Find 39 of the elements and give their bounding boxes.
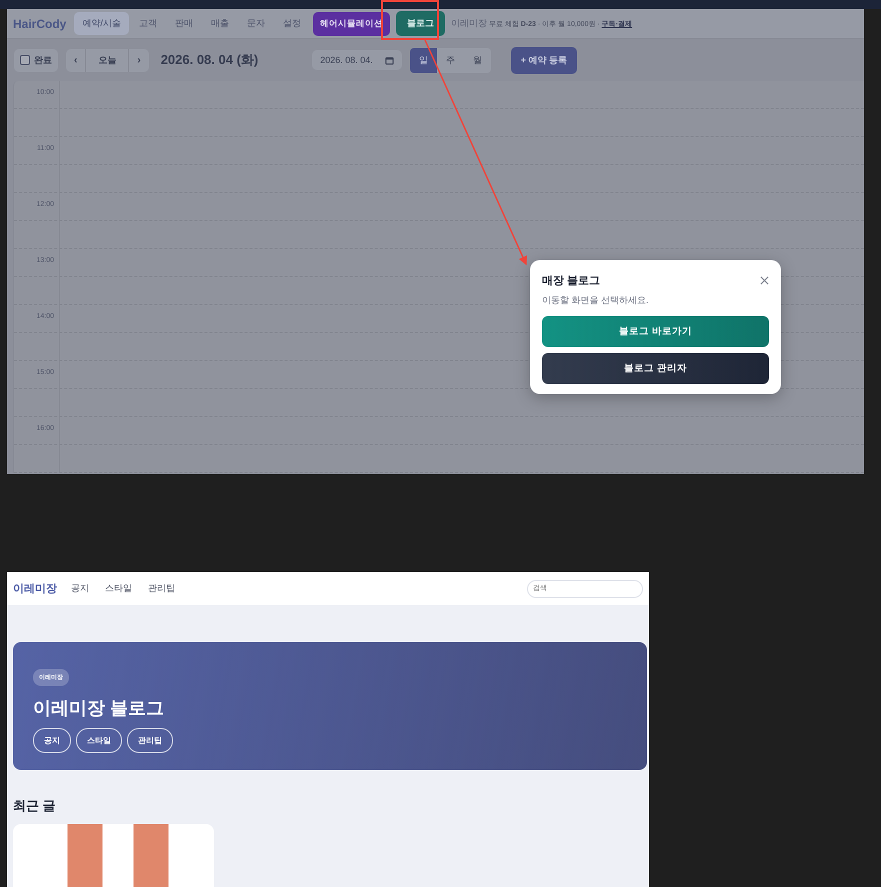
dialog-message: 이동할 화면을 선택하세요. [542, 294, 650, 307]
view-tab[interactable]: 주 [436, 48, 464, 72]
nav-tab[interactable]: 매출 [202, 12, 237, 35]
shop-name: 이레미장 [450, 17, 487, 30]
post-card[interactable] [13, 824, 214, 887]
category-chip[interactable]: 관리팁 [127, 728, 173, 753]
add-booking-button[interactable]: + 예약 등록 [510, 46, 578, 74]
view-tab[interactable]: 일 [410, 48, 437, 72]
prev-button[interactable]: ‹ [66, 48, 86, 72]
nav-tab[interactable]: 설정 [274, 12, 309, 35]
today-button[interactable]: 오늘 [85, 48, 130, 72]
visit-blog-button[interactable]: 블로그 바로가기 [542, 316, 769, 347]
app-logo: HairCody [13, 16, 66, 30]
blog-nav-link[interactable]: 공지 [71, 582, 89, 595]
blog-nav-link[interactable]: 스타일 [105, 582, 132, 595]
calendar-icon [384, 56, 394, 64]
blog-admin-button[interactable]: 블로그 관리자 [542, 353, 769, 384]
dialog-title: 매장 블로그 [542, 274, 600, 288]
category-chip[interactable]: 공지 [33, 728, 71, 753]
checkbox[interactable] [20, 55, 30, 65]
blog-button[interactable]: 블로그 [396, 11, 445, 36]
view-tab[interactable]: 월 [464, 48, 491, 72]
next-button[interactable]: › [129, 48, 149, 72]
nav-tab[interactable]: 예약/시술 [74, 12, 129, 35]
date-field[interactable]: 2026. 08. 04. [312, 50, 402, 70]
blog-nav-link[interactable]: 관리팁 [148, 582, 175, 595]
checkbox-label: 완료 [34, 54, 52, 66]
simulation-button[interactable]: 헤어시뮬레이션 [312, 12, 390, 36]
nav-tab[interactable]: 고객 [130, 12, 165, 35]
date-title: 2026. 08. 04 (화) [160, 51, 258, 69]
section-title: 최근 글 [13, 797, 57, 815]
highlight-frame [381, 0, 439, 40]
done-filter[interactable]: 완료 [14, 48, 58, 72]
hero-title: 이레미장 블로그 [33, 697, 166, 720]
blog-logo[interactable]: 이레미장 [13, 581, 57, 596]
close-icon[interactable] [760, 276, 769, 285]
category-chip[interactable]: 스타일 [76, 728, 122, 753]
nav-tab[interactable]: 문자 [238, 12, 273, 35]
nav-tab[interactable]: 판매 [166, 12, 201, 35]
